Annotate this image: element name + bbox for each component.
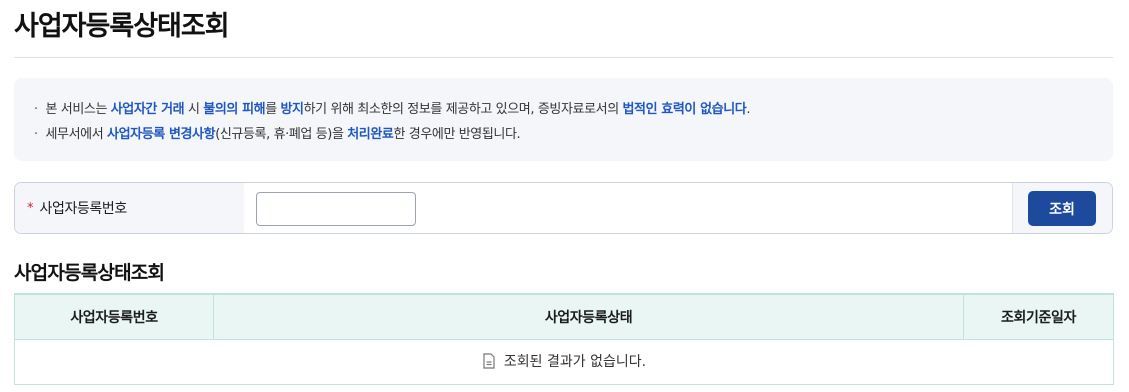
highlighted-text: 법적인 효력이 없습니다 (622, 102, 747, 117)
table-header-row: 사업자등록번호 사업자등록상태 조회기준일자 (14, 293, 1114, 340)
highlighted-text: 사업자간 거래 (110, 102, 185, 117)
empty-result-cell: 조회된 결과가 없습니다. (14, 338, 1114, 385)
notice-text: 하기 위해 최소한의 정보를 제공하고 있으며, 증빙자료로서의 (303, 102, 623, 117)
notice-bullet: · (34, 127, 38, 142)
document-icon (483, 352, 495, 369)
notice-text: 한 경우에만 반영됩니다. (393, 127, 521, 142)
notice-text: . (746, 102, 751, 117)
business-number-label: 사업자등록번호 (39, 201, 128, 217)
notice-bullet: · (34, 102, 38, 117)
notice-line-1-text: 본 서비스는 사업자간 거래 시 불의의 피해를 방지하기 위해 최소한의 정보… (45, 102, 750, 117)
search-action-cell: 조회 (1012, 183, 1112, 233)
highlighted-text: 방지 (280, 102, 305, 117)
empty-result-message: 조회된 결과가 없습니다. (503, 353, 647, 370)
notice-text: 세무서에서 (45, 127, 108, 142)
notice-text: 를 (265, 102, 281, 117)
column-header-status: 사업자등록상태 (213, 293, 964, 340)
title-divider (14, 57, 1113, 58)
notice-line-1: · 본 서비스는 사업자간 거래 시 불의의 피해를 방지하기 위해 최소한의 … (34, 97, 1113, 122)
notice-box: · 본 서비스는 사업자간 거래 시 불의의 피해를 방지하기 위해 최소한의 … (14, 78, 1113, 161)
notice-line-2-text: 세무서에서 사업자등록 변경사항(신규등록, 휴·폐업 등)을 처리완료한 경우… (45, 127, 520, 142)
results-table: 사업자등록번호 사업자등록상태 조회기준일자 조회된 결과가 없습니다. (14, 293, 1114, 385)
page-title: 사업자등록상태조회 (14, 11, 230, 42)
search-button[interactable]: 조회 (1028, 191, 1096, 226)
required-mark: * (27, 200, 34, 216)
column-header-business-number: 사업자등록번호 (14, 293, 214, 340)
highlighted-text: 불의의 피해 (203, 102, 266, 117)
search-form: * 사업자등록번호 조회 (14, 182, 1113, 234)
notice-text: 시 (184, 102, 204, 117)
highlighted-text: 처리완료 (347, 127, 394, 142)
column-header-query-date: 조회기준일자 (963, 293, 1114, 340)
empty-result-row: 조회된 결과가 없습니다. (14, 338, 1114, 385)
notice-text: (신규등록, 휴·폐업 등)을 (215, 127, 348, 142)
highlighted-text: 사업자등록 변경사항 (107, 127, 216, 142)
empty-result: 조회된 결과가 없습니다. (482, 351, 646, 371)
notice-text: 본 서비스는 (45, 102, 111, 117)
notice-line-2: · 세무서에서 사업자등록 변경사항(신규등록, 휴·폐업 등)을 처리완료한 … (34, 122, 1113, 147)
business-number-input[interactable] (256, 192, 416, 226)
search-label-cell: * 사업자등록번호 (15, 183, 244, 233)
results-section-title: 사업자등록상태조회 (14, 262, 165, 284)
